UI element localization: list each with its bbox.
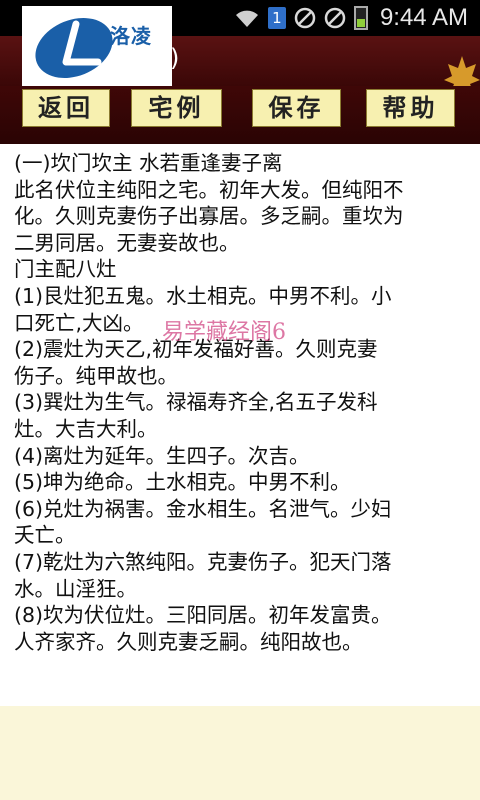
- status-time: 9:44 AM: [379, 4, 468, 31]
- content-line: 此名伏位主纯阳之宅。初年大发。但纯阳不: [14, 177, 404, 202]
- logo-mark-icon: [35, 18, 113, 78]
- watermark: 易学藏经阁6: [162, 320, 286, 345]
- toolbar: 返回 宅例 保存 帮助: [0, 86, 480, 144]
- no-sign-icon: [324, 7, 346, 29]
- content-line: 二男同居。无妻妾故也。: [14, 230, 240, 255]
- wifi-icon: [235, 10, 258, 27]
- content-line: (6)兑灶为祸害。金水相生。名泄气。少妇: [14, 496, 392, 521]
- help-button[interactable]: 帮助: [366, 89, 455, 127]
- content-line: (1)艮灶犯五鬼。水土相克。中男不利。小: [14, 283, 392, 308]
- app-logo: 洛凌: [22, 6, 172, 88]
- content-line: 化。久则克妻伤子出寡居。多乏嗣。重坎为: [14, 204, 404, 229]
- no-sign-icon: [294, 7, 316, 29]
- content-line: 伤子。纯甲故也。: [14, 363, 178, 388]
- save-button[interactable]: 保存: [252, 89, 341, 127]
- content-heading: (一)坎门坎主 水若重逢妻子离: [14, 151, 283, 175]
- back-button[interactable]: 返回: [22, 89, 110, 127]
- house-examples-button[interactable]: 宅例: [131, 89, 222, 127]
- content-line: (4)离灶为延年。生四子。次吉。: [14, 443, 310, 468]
- content-line: (5)坤为绝命。土水相克。中男不利。: [14, 470, 351, 495]
- content-subheading: 门主配八灶: [14, 257, 117, 282]
- content-line: (8)坎为伏位灶。三阳同居。初年发富贵。: [14, 603, 392, 628]
- content-line: (7)乾灶为六煞纯阳。克妻伤子。犯天门落: [14, 549, 392, 574]
- status-icons: 1 9:44 AM: [234, 0, 468, 36]
- content-panel: (一)坎门坎主 水若重逢妻子离 此名伏位主纯阳之宅。初年大发。但纯阳不 化。久则…: [0, 144, 480, 706]
- battery-icon: [353, 6, 368, 30]
- content-line: 夭亡。: [14, 523, 76, 548]
- content-line: 灶。大吉大利。: [14, 416, 158, 441]
- content-text: (一)坎门坎主 水若重逢妻子离 此名伏位主纯阳之宅。初年大发。但纯阳不 化。久则…: [0, 144, 480, 655]
- logo-text: 洛凌: [110, 24, 152, 48]
- content-line: (3)巽灶为生气。禄福寿齐全,名五子发科: [14, 390, 378, 415]
- content-line: 水。山淫狂。: [14, 576, 137, 601]
- content-line: 人齐家齐。久则克妻乏嗣。纯阳故也。: [14, 629, 363, 654]
- sim-icon: 1: [267, 7, 286, 29]
